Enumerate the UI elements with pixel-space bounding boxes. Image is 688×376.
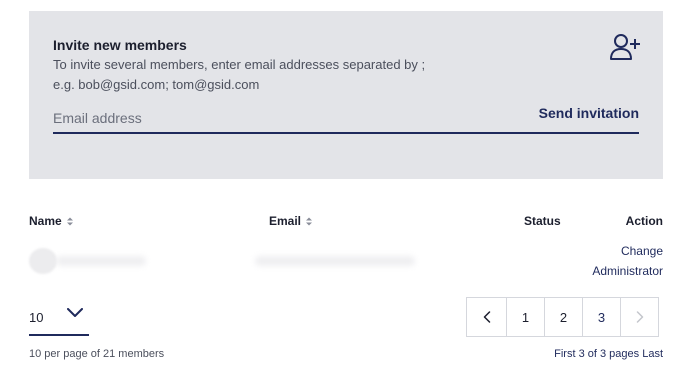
per-page-summary: 10 per page of 21 members xyxy=(29,348,165,360)
per-page-select[interactable]: 10 xyxy=(29,302,89,336)
column-header-status: Status xyxy=(524,214,561,228)
chevron-down-icon xyxy=(67,308,83,317)
column-header-email[interactable]: Email xyxy=(269,214,313,228)
column-header-name-label: Name xyxy=(29,214,62,228)
column-header-email-label: Email xyxy=(269,214,302,228)
page-button-1[interactable]: 1 xyxy=(506,297,545,337)
invite-example-text: e.g. bob@gsid.com; tom@gsid.com xyxy=(53,77,260,92)
last-page-link[interactable]: Last xyxy=(642,348,663,360)
invite-panel: Invite new members To invite several mem… xyxy=(29,11,663,179)
page-button-3[interactable]: 3 xyxy=(582,297,621,337)
send-invitation-button[interactable]: Send invitation xyxy=(539,105,639,121)
column-header-action: Action xyxy=(625,214,663,228)
invite-help-text: To invite several members, enter email a… xyxy=(53,57,426,72)
per-page-value: 10 xyxy=(29,310,44,325)
pagination: 1 2 3 xyxy=(466,297,659,337)
invite-title: Invite new members xyxy=(53,37,187,53)
chevron-left-icon xyxy=(483,311,490,323)
sort-icon xyxy=(67,217,74,226)
add-user-icon xyxy=(610,34,640,60)
page-summary: First 3 of 3 pages Last xyxy=(554,348,663,360)
column-header-name[interactable]: Name xyxy=(29,214,74,228)
first-page-link[interactable]: First xyxy=(554,348,575,360)
page-button-2[interactable]: 2 xyxy=(544,297,583,337)
page-status: 3 of 3 pages xyxy=(578,348,640,360)
change-administrator-link[interactable]: Change Administrator xyxy=(573,241,663,281)
next-page-button[interactable] xyxy=(620,297,659,337)
sort-icon xyxy=(306,217,313,226)
member-email-placeholder xyxy=(255,256,415,266)
chevron-right-icon xyxy=(636,311,643,323)
previous-page-button[interactable] xyxy=(466,297,507,337)
avatar xyxy=(29,248,57,274)
member-name-placeholder xyxy=(56,256,146,266)
